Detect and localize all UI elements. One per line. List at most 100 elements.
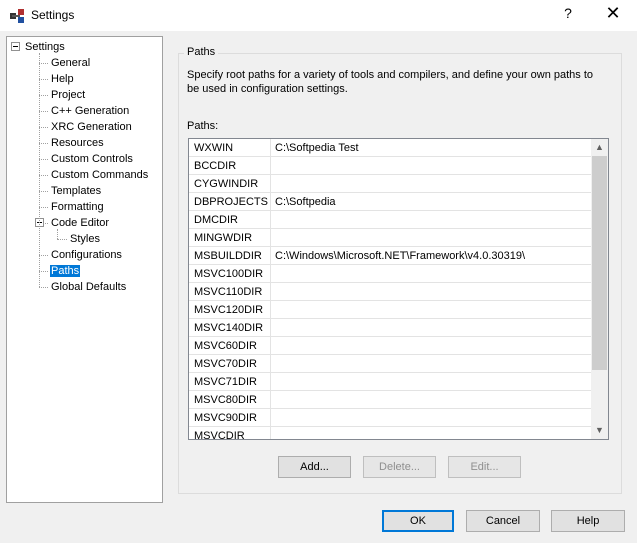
tree-item-templates[interactable]: Templates	[50, 183, 102, 199]
path-name-cell[interactable]: MSVC110DIR	[189, 283, 271, 301]
tree-item-xrc-generation[interactable]: XRC Generation	[50, 119, 133, 135]
path-name-cell[interactable]: DMCDIR	[189, 211, 271, 229]
path-value-cell[interactable]	[271, 355, 593, 373]
tree-item-label: Custom Controls	[51, 153, 133, 165]
path-name-cell[interactable]: MSVC120DIR	[189, 301, 271, 319]
tree-item-paths[interactable]: Paths	[50, 263, 81, 279]
path-name-cell[interactable]: MSVCDIR	[189, 427, 271, 439]
path-value-cell[interactable]	[271, 373, 593, 391]
paths-grid[interactable]: WXWIN C:\Softpedia Test BCCDIR CYGWINDIR DBP…	[188, 138, 609, 440]
tree-item-label: Code Editor	[51, 217, 110, 229]
table-row[interactable]: MSVC60DIR	[189, 337, 593, 355]
table-row[interactable]: MSVC100DIR	[189, 265, 593, 283]
path-value-cell[interactable]	[271, 337, 593, 355]
path-value-cell[interactable]	[271, 175, 593, 193]
tree-connector	[39, 53, 40, 287]
tree-connector	[57, 239, 67, 240]
table-row[interactable]: MSVC70DIR	[189, 355, 593, 373]
edit-path-button[interactable]: Edit...	[448, 456, 521, 478]
add-path-button[interactable]: Add...	[278, 456, 351, 478]
path-value-cell[interactable]	[271, 157, 593, 175]
path-value-cell[interactable]	[271, 265, 593, 283]
tree-item-custom-commands[interactable]: Custom Commands	[50, 167, 149, 183]
tree-connector	[39, 207, 48, 208]
path-value-cell[interactable]	[271, 211, 593, 229]
path-name-cell[interactable]: MSVC71DIR	[189, 373, 271, 391]
table-row[interactable]: MSVC80DIR	[189, 391, 593, 409]
path-name-cell[interactable]: MSBUILDDIR	[189, 247, 271, 265]
path-name-cell[interactable]: MSVC80DIR	[189, 391, 271, 409]
tree-item-label: Resources	[51, 137, 104, 149]
path-value-cell[interactable]	[271, 301, 593, 319]
ok-button[interactable]: OK	[382, 510, 454, 532]
scroll-thumb[interactable]	[592, 156, 607, 370]
tree-item-label: Templates	[51, 185, 102, 197]
path-value-cell[interactable]	[271, 283, 593, 301]
tree-item-code-editor[interactable]: Code Editor	[50, 215, 110, 231]
path-value-cell[interactable]: C:\Softpedia	[271, 193, 593, 211]
table-row[interactable]: WXWIN C:\Softpedia Test	[189, 139, 593, 157]
tree-item-formatting[interactable]: Formatting	[50, 199, 105, 215]
path-name-cell[interactable]: MSVC140DIR	[189, 319, 271, 337]
table-row[interactable]: MSVC110DIR	[189, 283, 593, 301]
table-row[interactable]: DMCDIR	[189, 211, 593, 229]
path-value-cell[interactable]	[271, 391, 593, 409]
path-value-cell[interactable]	[271, 319, 593, 337]
table-row[interactable]: MSBUILDDIR C:\Windows\Microsoft.NET\Frame…	[189, 247, 593, 265]
tree-connector	[39, 175, 48, 176]
scroll-up-icon[interactable]: ▲	[591, 139, 608, 156]
tree-item-label: Formatting	[51, 201, 104, 213]
tree-connector	[39, 95, 48, 96]
tree-item-label: Styles	[70, 233, 100, 245]
path-name-cell[interactable]: WXWIN	[189, 139, 271, 157]
path-name-cell[interactable]: MSVC60DIR	[189, 337, 271, 355]
path-name-cell[interactable]: MSVC70DIR	[189, 355, 271, 373]
path-name-cell[interactable]: CYGWINDIR	[189, 175, 271, 193]
table-row[interactable]: MSVCDIR	[189, 427, 593, 439]
tree-connector	[39, 271, 48, 272]
path-name-cell[interactable]: MSVC100DIR	[189, 265, 271, 283]
table-row[interactable]: CYGWINDIR	[189, 175, 593, 193]
path-value-cell[interactable]: C:\Windows\Microsoft.NET\Framework\v4.0.…	[271, 247, 593, 265]
tree-connector	[39, 255, 48, 256]
tree-connector	[57, 229, 58, 239]
table-row[interactable]: MSVC71DIR	[189, 373, 593, 391]
table-row[interactable]: MSVC120DIR	[189, 301, 593, 319]
vertical-scrollbar[interactable]: ▲ ▼	[591, 139, 608, 439]
scroll-down-icon[interactable]: ▼	[591, 422, 608, 439]
path-name-cell[interactable]: MINGWDIR	[189, 229, 271, 247]
tree-item-label: Help	[51, 73, 74, 85]
cancel-button[interactable]: Cancel	[466, 510, 540, 532]
path-name-cell[interactable]: DBPROJECTS	[189, 193, 271, 211]
table-row[interactable]: BCCDIR	[189, 157, 593, 175]
help-button[interactable]: Help	[551, 510, 625, 532]
path-name-cell[interactable]: BCCDIR	[189, 157, 271, 175]
path-value-cell[interactable]: C:\Softpedia Test	[271, 139, 593, 157]
path-value-cell[interactable]	[271, 409, 593, 427]
tree-item-help[interactable]: Help	[50, 71, 75, 87]
tree-connector	[39, 111, 48, 112]
path-value-cell[interactable]	[271, 229, 593, 247]
collapse-icon[interactable]	[11, 42, 20, 51]
tree-item-c-generation[interactable]: C++ Generation	[50, 103, 130, 119]
table-row[interactable]: DBPROJECTS C:\Softpedia	[189, 193, 593, 211]
delete-path-button[interactable]: Delete...	[363, 456, 436, 478]
table-row[interactable]: MSVC140DIR	[189, 319, 593, 337]
tree-item-label: Configurations	[51, 249, 122, 261]
tree-item-general[interactable]: General	[50, 55, 91, 71]
settings-tree[interactable]: Settings General Help Project C++ Generation…	[6, 36, 163, 503]
table-row[interactable]: MINGWDIR	[189, 229, 593, 247]
tree-item-custom-controls[interactable]: Custom Controls	[50, 151, 134, 167]
tree-item-settings[interactable]: Settings	[24, 39, 66, 55]
tree-item-configurations[interactable]: Configurations	[50, 247, 123, 263]
tree-item-styles[interactable]: Styles	[69, 231, 101, 247]
path-value-cell[interactable]	[271, 427, 593, 439]
tree-item-global-defaults[interactable]: Global Defaults	[50, 279, 127, 295]
tree-connector	[39, 159, 48, 160]
tree-item-resources[interactable]: Resources	[50, 135, 105, 151]
tree-item-project[interactable]: Project	[50, 87, 86, 103]
path-name-cell[interactable]: MSVC90DIR	[189, 409, 271, 427]
table-row[interactable]: MSVC90DIR	[189, 409, 593, 427]
help-icon[interactable]: ?	[558, 5, 578, 21]
close-icon[interactable]: ✕	[601, 3, 625, 24]
